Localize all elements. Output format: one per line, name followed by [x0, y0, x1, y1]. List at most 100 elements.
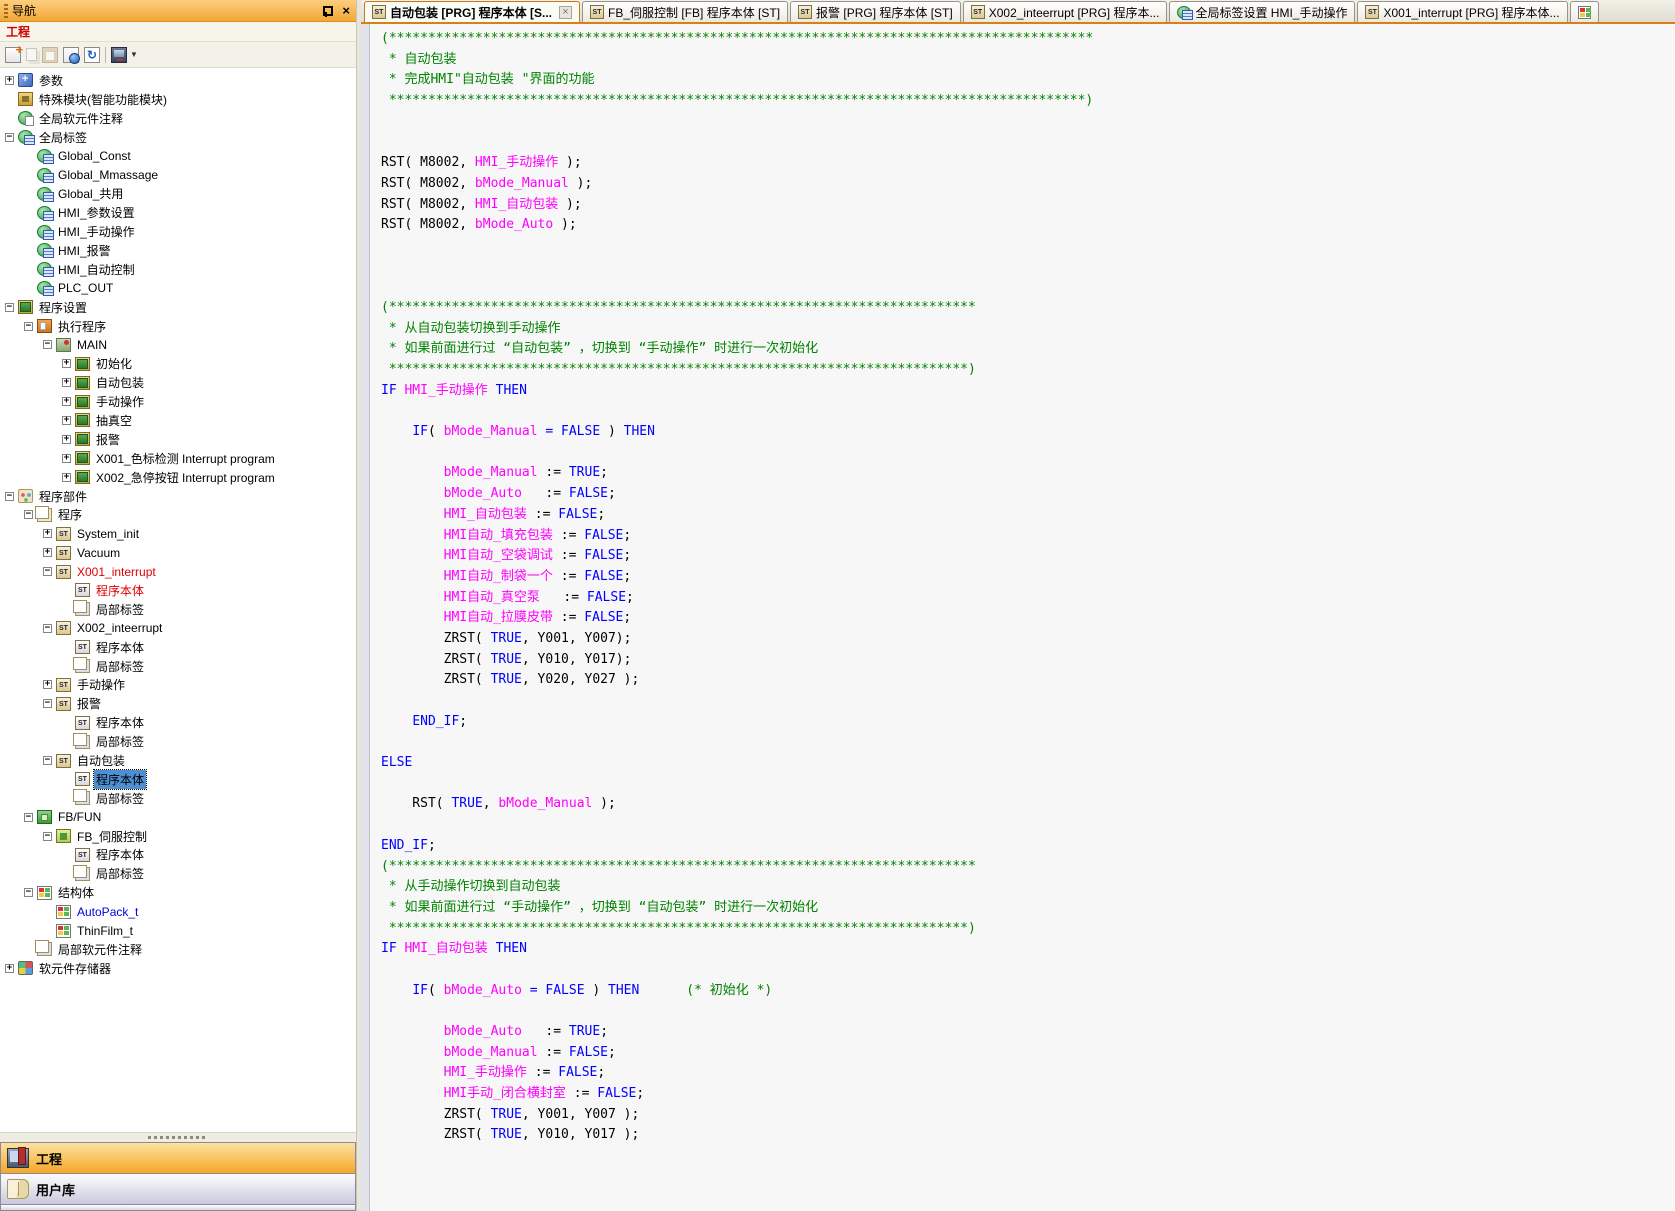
tree-item[interactable]: +X002_急停按钮 Interrupt program	[0, 468, 356, 487]
code-line[interactable]: RST( M8002, bMode_Manual );	[381, 174, 1675, 195]
document-tab[interactable]: ST报警 [PRG] 程序本体 [ST]	[790, 1, 961, 22]
tree-item[interactable]: ST程序本体	[0, 581, 356, 600]
tree-item[interactable]: −程序设置	[0, 298, 356, 317]
code-line[interactable]: END_IF;	[381, 836, 1675, 857]
code-line[interactable]: IF( bMode_Manual = FALSE ) THEN	[381, 422, 1675, 443]
data-security-icon[interactable]	[63, 47, 79, 63]
tree-item[interactable]: −FB_伺服控制	[0, 827, 356, 846]
collapse-icon[interactable]: −	[43, 624, 52, 633]
tree-item[interactable]: 局部标签	[0, 864, 356, 883]
code-line[interactable]: bMode_Manual := FALSE;	[381, 1043, 1675, 1064]
tree-item[interactable]: +参数	[0, 71, 356, 90]
code-line[interactable]: ZRST( TRUE, Y010, Y017);	[381, 650, 1675, 671]
drag-grip-icon[interactable]	[4, 4, 8, 18]
collapse-icon[interactable]: −	[43, 756, 52, 765]
code-line[interactable]: ****************************************…	[381, 919, 1675, 940]
collapse-icon[interactable]: −	[43, 567, 52, 576]
tree-item[interactable]: Global_共用	[0, 184, 356, 203]
expand-icon[interactable]: +	[5, 964, 14, 973]
expand-icon[interactable]: +	[43, 529, 52, 538]
code-line[interactable]: IF HMI_自动包装 THEN	[381, 939, 1675, 960]
code-line[interactable]: ZRST( TRUE, Y001, Y007);	[381, 629, 1675, 650]
code-line[interactable]: END_IF;	[381, 712, 1675, 733]
collapse-icon[interactable]: −	[43, 832, 52, 841]
tree-item[interactable]: ST程序本体	[0, 770, 356, 789]
tree-item[interactable]: Global_Const	[0, 147, 356, 166]
expand-icon[interactable]: +	[62, 359, 71, 368]
code-line[interactable]: * 从自动包装切换到手动操作	[381, 319, 1675, 340]
st-editor[interactable]: (***************************************…	[361, 24, 1675, 1211]
collapse-icon[interactable]: −	[43, 340, 52, 349]
code-line[interactable]: bMode_Auto := TRUE;	[381, 1022, 1675, 1043]
document-tab[interactable]: ST自动包装 [PRG] 程序本体 [S...×	[364, 1, 580, 22]
code-line[interactable]: ZRST( TRUE, Y001, Y007 );	[381, 1105, 1675, 1126]
tree-item[interactable]: −ST自动包装	[0, 751, 356, 770]
tree-item[interactable]: +初始化	[0, 354, 356, 373]
code-line[interactable]	[381, 1001, 1675, 1022]
expand-icon[interactable]: +	[62, 378, 71, 387]
code-line[interactable]: * 完成HMI"自动包装 "界面的功能	[381, 70, 1675, 91]
collapse-icon[interactable]: −	[24, 888, 33, 897]
code-line[interactable]: * 从手动操作切换到自动包装	[381, 877, 1675, 898]
user-library-button[interactable]: 用户库	[0, 1173, 356, 1204]
code-line[interactable]: HMI自动_真空泵 := FALSE;	[381, 588, 1675, 609]
code-line[interactable]: IF HMI_手动操作 THEN	[381, 381, 1675, 402]
tree-item[interactable]: 局部标签	[0, 600, 356, 619]
code-line[interactable]: bMode_Auto := FALSE;	[381, 484, 1675, 505]
code-line[interactable]: ****************************************…	[381, 91, 1675, 112]
tree-item[interactable]: ST程序本体	[0, 713, 356, 732]
document-tab[interactable]: STX001_interrupt [PRG] 程序本体...	[1357, 1, 1567, 22]
splitter-handle[interactable]	[0, 1132, 356, 1142]
tree-item[interactable]: HMI_自动控制	[0, 260, 356, 279]
code-line[interactable]: ****************************************…	[381, 360, 1675, 381]
document-tab[interactable]	[1570, 1, 1599, 22]
expand-icon[interactable]: +	[43, 680, 52, 689]
code-line[interactable]: ZRST( TRUE, Y010, Y017 );	[381, 1125, 1675, 1146]
code-line[interactable]: RST( M8002, HMI_手动操作 );	[381, 153, 1675, 174]
tree-item[interactable]: 全局软元件注释	[0, 109, 356, 128]
code-content[interactable]: (***************************************…	[370, 24, 1675, 1211]
tree-item[interactable]: ST程序本体	[0, 638, 356, 657]
code-line[interactable]: (***************************************…	[381, 857, 1675, 878]
code-line[interactable]	[381, 132, 1675, 153]
collapse-icon[interactable]: −	[24, 322, 33, 331]
code-line[interactable]	[381, 774, 1675, 795]
expand-icon[interactable]: +	[62, 435, 71, 444]
code-line[interactable]: HMI自动_填充包装 := FALSE;	[381, 526, 1675, 547]
close-icon[interactable]: ×	[340, 5, 352, 17]
tree-item[interactable]: +手动操作	[0, 392, 356, 411]
code-line[interactable]: HMI自动_制袋一个 := FALSE;	[381, 567, 1675, 588]
expand-icon[interactable]: +	[43, 548, 52, 557]
tree-item[interactable]: −执行程序	[0, 317, 356, 336]
collapse-icon[interactable]: −	[24, 813, 33, 822]
tree-item[interactable]: +X001_色标检测 Interrupt program	[0, 449, 356, 468]
tree-item[interactable]: +ST手动操作	[0, 676, 356, 695]
code-line[interactable]: (***************************************…	[381, 29, 1675, 50]
tree-item[interactable]: +自动包装	[0, 373, 356, 392]
tree-item[interactable]: +抽真空	[0, 411, 356, 430]
document-tab[interactable]: 全局标签设置 HMI_手动操作	[1169, 1, 1355, 22]
document-tab[interactable]: STX002_inteerrupt [PRG] 程序本...	[963, 1, 1168, 22]
code-line[interactable]: bMode_Manual := TRUE;	[381, 463, 1675, 484]
tree-item[interactable]: −STX002_inteerrupt	[0, 619, 356, 638]
expand-icon[interactable]: +	[62, 454, 71, 463]
code-line[interactable]	[381, 277, 1675, 298]
code-line[interactable]	[381, 960, 1675, 981]
code-line[interactable]: * 自动包装	[381, 50, 1675, 71]
paste-icon[interactable]	[42, 47, 58, 63]
tree-item[interactable]: ST程序本体	[0, 846, 356, 865]
collapse-icon[interactable]: −	[5, 133, 14, 142]
tree-item[interactable]: +软元件存储器	[0, 959, 356, 978]
chevron-down-icon[interactable]: ▼	[130, 50, 138, 59]
new-data-icon[interactable]	[5, 47, 21, 63]
code-line[interactable]: HMI自动_空袋调试 := FALSE;	[381, 546, 1675, 567]
tree-item[interactable]: HMI_手动操作	[0, 222, 356, 241]
tree-item[interactable]: 特殊模块(智能功能模块)	[0, 90, 356, 109]
code-line[interactable]: RST( M8002, bMode_Auto );	[381, 215, 1675, 236]
tree-item[interactable]: −程序部件	[0, 487, 356, 506]
collapse-icon[interactable]: −	[5, 492, 14, 501]
code-line[interactable]	[381, 112, 1675, 133]
code-line[interactable]	[381, 236, 1675, 257]
code-line[interactable]: (***************************************…	[381, 298, 1675, 319]
tree-item[interactable]: AutoPack_t	[0, 902, 356, 921]
